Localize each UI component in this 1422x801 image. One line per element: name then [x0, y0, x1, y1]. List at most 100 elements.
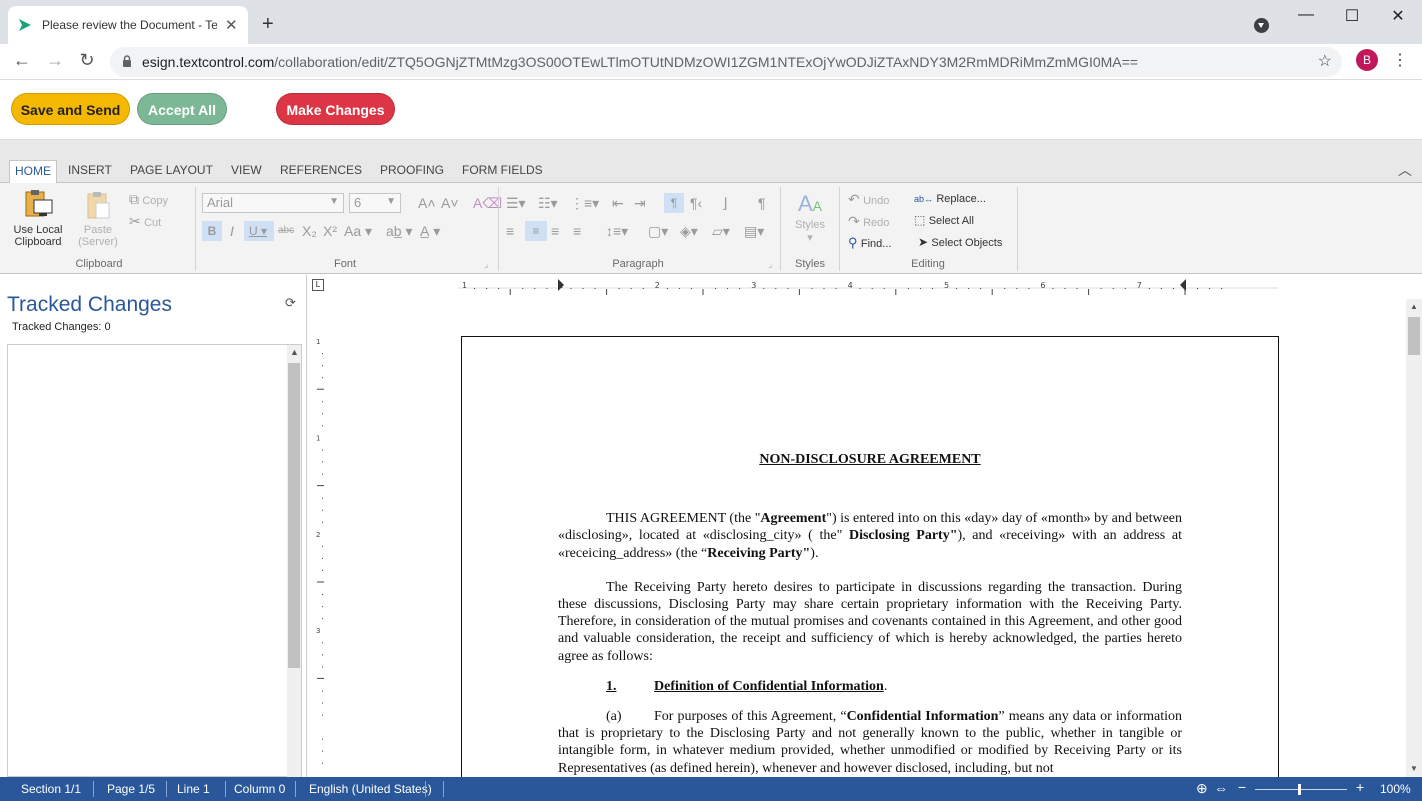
- collapse-ribbon-icon[interactable]: ︿: [1398, 160, 1412, 180]
- clause-1a: (a) For purposes of this Agreement, “Conf…: [558, 708, 1182, 777]
- font-family-select[interactable]: Arial ▼: [202, 193, 344, 213]
- subscript-icon[interactable]: X₂: [302, 223, 317, 239]
- frame-style-icon[interactable]: ▤▾: [744, 223, 764, 240]
- ruler-dot: [1197, 288, 1199, 289]
- align-left-icon[interactable]: ≡: [506, 223, 514, 239]
- scroll-up-icon[interactable]: ▲: [290, 347, 299, 357]
- undo-button[interactable]: ↶ Undo: [848, 191, 889, 208]
- underline-icon[interactable]: U ▾: [244, 221, 274, 241]
- frame-line-icon[interactable]: ▱▾: [712, 223, 730, 240]
- ruler-dot: [968, 288, 970, 289]
- decrease-indent-icon[interactable]: ⇤: [612, 195, 624, 212]
- accept-all-button[interactable]: Accept All: [137, 93, 227, 125]
- multilevel-list-icon[interactable]: ⋮≡▾: [570, 195, 599, 212]
- font-size-select[interactable]: 6 ▼: [349, 193, 401, 213]
- shading-icon[interactable]: ◈▾: [680, 223, 698, 240]
- bookmark-star-icon[interactable]: ☆: [1318, 51, 1332, 71]
- strikethrough-icon[interactable]: abc: [278, 225, 294, 236]
- find-button[interactable]: ⚲ Find...: [848, 235, 891, 251]
- document-scrollbar[interactable]: ▲ ▼: [1406, 299, 1422, 777]
- reload-icon[interactable]: ↻: [75, 50, 99, 71]
- select-all-button[interactable]: ⬚ Select All: [914, 213, 974, 227]
- zoom-slider-thumb[interactable]: [1298, 784, 1301, 795]
- back-icon[interactable]: ←: [10, 50, 34, 71]
- forward-icon[interactable]: →: [43, 50, 67, 71]
- text-direction-icon[interactable]: ¶‹: [690, 195, 702, 211]
- address-bar[interactable]: esign.textcontrol.com/collaboration/edit…: [110, 47, 1342, 77]
- tab-view[interactable]: VIEW: [231, 163, 262, 177]
- font-dialog-launcher-icon[interactable]: ⌟: [484, 259, 488, 270]
- scroll-up-icon[interactable]: ▲: [1410, 302, 1418, 311]
- redo-button[interactable]: ↷ Redo: [848, 213, 889, 230]
- pilcrow-icon[interactable]: ¶: [664, 193, 684, 213]
- line-spacing-icon[interactable]: ↕≡▾: [606, 223, 628, 240]
- use-local-label-2: Clipboard: [14, 236, 62, 248]
- tab-page-layout[interactable]: PAGE LAYOUT: [130, 163, 213, 177]
- zoom-out-icon[interactable]: −: [1238, 779, 1246, 795]
- show-marks-icon[interactable]: ¶: [758, 195, 766, 211]
- horizontal-ruler[interactable]: 11234567: [458, 275, 1278, 299]
- tab-home[interactable]: HOME: [9, 160, 57, 184]
- scroll-down-icon[interactable]: ▼: [1410, 764, 1418, 773]
- grow-font-icon[interactable]: A˄: [418, 195, 436, 211]
- profile-avatar[interactable]: B: [1356, 49, 1378, 71]
- align-right-icon[interactable]: ≡: [551, 223, 559, 239]
- scroll-thumb[interactable]: [288, 363, 300, 668]
- tracked-changes-list[interactable]: ▲: [7, 344, 302, 778]
- refresh-icon[interactable]: ⟳: [285, 295, 296, 311]
- replace-label: Replace...: [936, 193, 986, 205]
- ruler-dot: [582, 288, 584, 289]
- replace-button[interactable]: ab↔ Replace...: [914, 191, 986, 205]
- zoom-slider[interactable]: [1255, 789, 1347, 790]
- make-changes-button[interactable]: Make Changes: [276, 93, 395, 125]
- numbering-icon[interactable]: ☷▾: [538, 195, 558, 212]
- window-close-icon[interactable]: ✕: [1383, 6, 1413, 26]
- italic-icon[interactable]: I: [230, 223, 234, 239]
- browser-tab[interactable]: Please review the Document - Te ✕: [8, 6, 248, 44]
- copy-button[interactable]: ⧉ Copy: [129, 191, 168, 208]
- new-tab-button[interactable]: +: [262, 14, 274, 34]
- use-local-clipboard-button[interactable]: Use Local Clipboard: [10, 189, 66, 248]
- paragraph-dialog-launcher-icon[interactable]: ⌟: [768, 259, 772, 270]
- ruler-dot: [322, 714, 323, 716]
- shrink-font-icon[interactable]: A˅: [441, 195, 459, 211]
- tab-close-icon[interactable]: ✕: [225, 16, 238, 34]
- bullets-icon[interactable]: ☰▾: [506, 195, 526, 212]
- scroll-thumb[interactable]: [1408, 317, 1420, 355]
- font-color-icon[interactable]: A̲ ▾: [420, 223, 440, 240]
- indent-marker-right[interactable]: [1180, 279, 1186, 291]
- select-objects-button[interactable]: ➤ Select Objects: [918, 235, 1002, 249]
- browser-menu-icon[interactable]: ⋮: [1392, 50, 1408, 70]
- cut-button[interactable]: ✂ Cut: [129, 213, 161, 230]
- justify-icon[interactable]: ≡: [573, 223, 581, 239]
- minimize-icon[interactable]: —: [1291, 6, 1321, 24]
- fit-page-icon[interactable]: ⊕: [1196, 780, 1208, 797]
- tab-stop-selector-icon[interactable]: L: [312, 279, 324, 291]
- save-and-send-button[interactable]: Save and Send: [11, 93, 130, 125]
- align-center-icon[interactable]: ≡: [525, 221, 547, 241]
- tab-references[interactable]: REFERENCES: [280, 163, 362, 177]
- fit-width-icon[interactable]: ⇔: [1214, 780, 1228, 796]
- keep-lines-icon[interactable]: ⌋: [722, 195, 727, 212]
- superscript-icon[interactable]: X²: [323, 223, 337, 239]
- tab-form-fields[interactable]: FORM FIELDS: [462, 163, 543, 177]
- tab-insert[interactable]: INSERT: [68, 163, 112, 177]
- borders-icon[interactable]: ▢▾: [648, 223, 668, 240]
- zoom-in-icon[interactable]: +: [1356, 779, 1364, 795]
- ruler-dot: [1160, 288, 1162, 289]
- list-scrollbar[interactable]: ▲: [287, 345, 301, 778]
- highlight-color-icon[interactable]: ab̲ ▾: [386, 223, 413, 240]
- tab-search-icon[interactable]: [1254, 18, 1269, 33]
- maximize-icon[interactable]: ☐: [1337, 6, 1367, 26]
- status-language[interactable]: English (United States): [309, 782, 432, 796]
- change-case-icon[interactable]: Aa ▾: [344, 223, 372, 240]
- increase-indent-icon[interactable]: ⇥: [634, 195, 646, 212]
- ruler-dot: [1004, 288, 1006, 289]
- styles-button[interactable]: AA Styles ▾: [790, 191, 830, 244]
- bold-icon[interactable]: B: [202, 221, 222, 241]
- paste-server-button[interactable]: Paste (Server): [70, 191, 126, 248]
- tab-proofing[interactable]: PROOFING: [380, 163, 444, 177]
- document-body[interactable]: NON-DISCLOSURE AGREEMENT THIS AGREEMENT …: [558, 451, 1182, 777]
- document-page[interactable]: NON-DISCLOSURE AGREEMENT THIS AGREEMENT …: [461, 336, 1279, 796]
- vertical-ruler[interactable]: 1 1 2 3: [308, 333, 332, 777]
